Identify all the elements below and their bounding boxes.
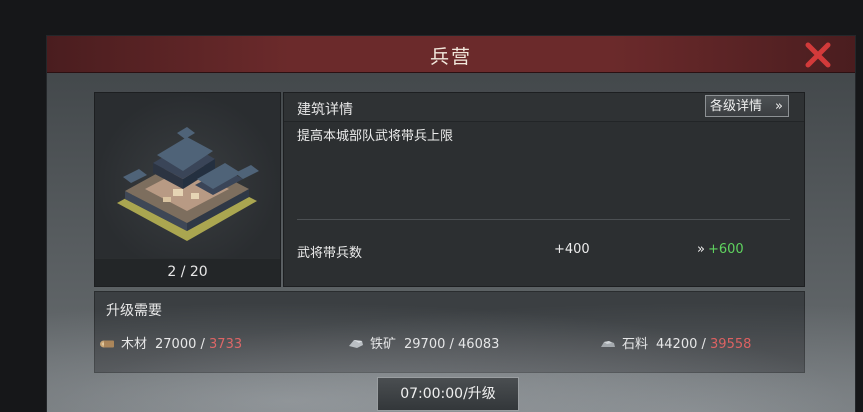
resource-name: 石料 <box>622 337 649 352</box>
resource-required: 29700 <box>404 337 446 352</box>
stone-icon <box>600 337 616 353</box>
level-current: 2 <box>167 264 177 280</box>
resource-have: 39558 <box>710 337 752 352</box>
resource-separator: / <box>697 337 711 352</box>
close-button[interactable] <box>803 40 833 70</box>
wood-icon <box>99 337 115 353</box>
resource-iron: 铁矿 29700 / 46083 <box>348 333 499 353</box>
resource-separator: / <box>445 337 459 352</box>
level-details-button[interactable]: 各级详情 » <box>705 95 789 117</box>
barracks-building-icon <box>117 127 259 241</box>
resource-separator: / <box>196 337 210 352</box>
level-max: 20 <box>189 264 208 280</box>
resource-name: 木材 <box>121 337 148 352</box>
resource-have: 3733 <box>209 337 243 352</box>
upgrade-requirements-panel: 升级需要 木材 27000 / 3733 铁矿 29700 / 46083 石料 44… <box>94 291 805 373</box>
resource-stone: 石料 44200 / 39558 <box>600 333 751 353</box>
details-title: 建筑详情 <box>297 102 353 118</box>
resource-wood: 木材 27000 / 3733 <box>99 333 242 353</box>
level-separator: / <box>180 264 186 280</box>
building-details-panel: 建筑详情 各级详情 » 提高本城部队武将带兵上限 武将带兵数 +400 » +60… <box>283 92 805 287</box>
building-description: 提高本城部队武将带兵上限 <box>297 129 454 144</box>
close-icon <box>805 42 831 68</box>
stat-label: 武将带兵数 <box>297 246 363 261</box>
double-chevron-right-icon: » <box>697 242 705 257</box>
upgrade-requirements-title: 升级需要 <box>106 303 162 319</box>
barracks-dialog: 兵营 2 / 20 建筑详情 各级详情 » 提高本城部队武将带兵上限 武将带兵数… <box>47 36 855 412</box>
resource-name: 铁矿 <box>370 337 397 352</box>
iron-ore-icon <box>348 337 364 353</box>
resource-required: 27000 <box>155 337 197 352</box>
details-header: 建筑详情 各级详情 » <box>284 93 804 122</box>
dialog-title: 兵营 <box>429 46 472 68</box>
building-preview-panel: 2 / 20 <box>94 92 281 287</box>
stat-next: » +600 <box>697 242 744 257</box>
double-chevron-right-icon: » <box>775 99 783 114</box>
stat-next-value: +600 <box>707 242 744 257</box>
resource-have: 46083 <box>458 337 500 352</box>
details-divider <box>297 219 790 220</box>
title-bar: 兵营 <box>47 36 855 73</box>
upgrade-button[interactable]: 07:00:00/升级 <box>377 377 519 411</box>
resource-required: 44200 <box>656 337 698 352</box>
building-image <box>95 93 280 258</box>
level-details-label: 各级详情 <box>710 99 763 114</box>
stat-current-value: +400 <box>554 242 590 257</box>
building-level: 2 / 20 <box>95 259 280 286</box>
